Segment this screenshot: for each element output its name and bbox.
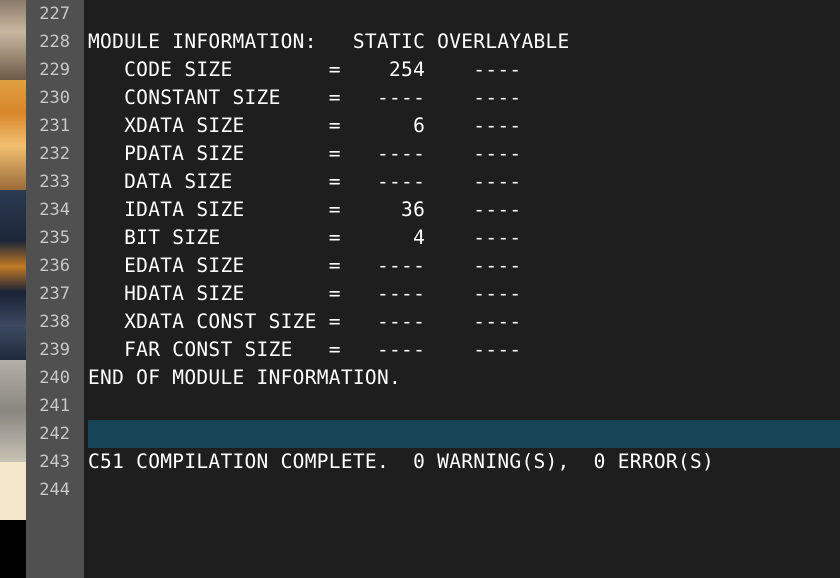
line-number: 240 (39, 368, 70, 388)
editor-line[interactable]: 234 IDATA SIZE = 36 ---- (26, 196, 840, 224)
line-number: 242 (39, 424, 70, 444)
editor-line[interactable]: 238 XDATA CONST SIZE = ---- ---- (26, 308, 840, 336)
editor-line[interactable]: 227 (26, 0, 840, 28)
line-text[interactable]: DATA SIZE = ---- ---- (88, 168, 521, 196)
line-number: 231 (39, 116, 70, 136)
background-image-segment (0, 462, 26, 520)
line-text[interactable]: XDATA CONST SIZE = ---- ---- (88, 308, 521, 336)
editor-line[interactable]: 232 PDATA SIZE = ---- ---- (26, 140, 840, 168)
line-text[interactable]: HDATA SIZE = ---- ---- (88, 280, 521, 308)
line-number: 233 (39, 172, 70, 192)
line-text[interactable]: BIT SIZE = 4 ---- (88, 224, 521, 252)
line-number: 244 (39, 480, 70, 500)
line-number: 239 (39, 340, 70, 360)
editor-line-current[interactable]: 242 (26, 420, 840, 448)
line-number: 243 (39, 452, 70, 472)
editor-line[interactable]: 233 DATA SIZE = ---- ---- (26, 168, 840, 196)
editor-line[interactable]: 244 (26, 476, 840, 504)
desktop-background-strip (0, 0, 26, 578)
line-number: 228 (39, 32, 70, 52)
editor-line[interactable]: 240 END OF MODULE INFORMATION. (26, 364, 840, 392)
line-number: 236 (39, 256, 70, 276)
line-text[interactable]: CONSTANT SIZE = ---- ---- (88, 84, 521, 112)
background-image-segment (0, 520, 26, 578)
line-number: 232 (39, 144, 70, 164)
current-line-highlight (88, 420, 840, 448)
line-text[interactable]: EDATA SIZE = ---- ---- (88, 252, 521, 280)
line-number: 230 (39, 88, 70, 108)
line-text[interactable]: IDATA SIZE = 36 ---- (88, 196, 521, 224)
editor-line[interactable]: 237 HDATA SIZE = ---- ---- (26, 280, 840, 308)
background-image-segment (0, 80, 26, 190)
line-text[interactable]: FAR CONST SIZE = ---- ---- (88, 336, 521, 364)
line-number: 235 (39, 228, 70, 248)
line-text[interactable]: XDATA SIZE = 6 ---- (88, 112, 521, 140)
editor-line[interactable]: 230 CONSTANT SIZE = ---- ---- (26, 84, 840, 112)
line-text[interactable]: PDATA SIZE = ---- ---- (88, 140, 521, 168)
line-text[interactable]: CODE SIZE = 254 ---- (88, 56, 521, 84)
line-number: 238 (39, 312, 70, 332)
line-number: 237 (39, 284, 70, 304)
line-number: 229 (39, 60, 70, 80)
editor-line[interactable]: 236 EDATA SIZE = ---- ---- (26, 252, 840, 280)
text-editor[interactable]: 227 228 MODULE INFORMATION: STATIC OVERLA… (26, 0, 840, 578)
line-number: 241 (39, 396, 70, 416)
editor-line[interactable]: 229 CODE SIZE = 254 ---- (26, 56, 840, 84)
editor-line[interactable]: 241 (26, 392, 840, 420)
line-text[interactable]: C51 COMPILATION COMPLETE. 0 WARNING(S), … (88, 448, 714, 476)
background-image-segment (0, 0, 26, 80)
editor-line[interactable]: 243 C51 COMPILATION COMPLETE. 0 WARNING(S… (26, 448, 840, 476)
line-text[interactable]: MODULE INFORMATION: STATIC OVERLAYABLE (88, 28, 570, 56)
line-text[interactable]: END OF MODULE INFORMATION. (88, 364, 401, 392)
background-image-segment (0, 190, 26, 360)
background-image-segment (0, 360, 26, 462)
editor-line[interactable]: 239 FAR CONST SIZE = ---- ---- (26, 336, 840, 364)
line-number: 234 (39, 200, 70, 220)
line-number: 227 (39, 4, 70, 24)
editor-line[interactable]: 231 XDATA SIZE = 6 ---- (26, 112, 840, 140)
editor-line[interactable]: 228 MODULE INFORMATION: STATIC OVERLAYABL… (26, 28, 840, 56)
editor-line[interactable]: 235 BIT SIZE = 4 ---- (26, 224, 840, 252)
